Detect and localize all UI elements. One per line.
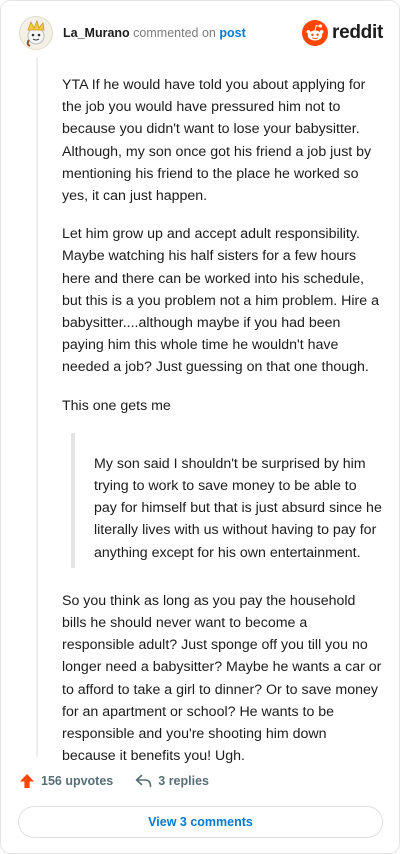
comment-actions: 156 upvotes 3 replies <box>19 771 209 791</box>
upvote-arrow-icon <box>20 774 34 788</box>
post-link[interactable]: post <box>219 26 245 40</box>
username[interactable]: La_Murano <box>63 26 130 40</box>
comment-header: La_Murano commented on post reddit <box>19 15 383 51</box>
quote-text: My son said I shouldn't be surprised by … <box>94 455 382 561</box>
avatar[interactable] <box>19 16 53 50</box>
view-comments-button[interactable]: View 3 comments <box>18 806 383 838</box>
comment-body: YTA If he would have told you about appl… <box>62 74 382 783</box>
comment-meta: La_Murano commented on post <box>63 25 246 41</box>
comment-paragraph: So you think as long as you pay the hous… <box>62 592 382 765</box>
thread-line[interactable] <box>36 57 38 757</box>
reddit-brand[interactable]: reddit <box>302 20 383 46</box>
upvote-button[interactable]: 156 upvotes <box>19 773 113 789</box>
comment-card: La_Murano commented on post reddit YTA I… <box>0 0 400 854</box>
blockquote: My son said I shouldn't be surprised by … <box>71 432 382 568</box>
upvote-count: 156 upvotes <box>41 774 114 788</box>
comment-paragraph: YTA If he would have told you about appl… <box>62 77 372 205</box>
replies-button[interactable]: 3 replies <box>135 774 209 788</box>
comment-paragraph: Let him grow up and accept adult respons… <box>62 226 380 376</box>
reply-arrow-icon <box>135 774 152 788</box>
reddit-logo-icon <box>302 20 329 46</box>
reddit-wordmark: reddit <box>332 22 383 43</box>
avatar-icon <box>26 19 45 47</box>
replies-count: 3 replies <box>158 774 209 788</box>
comment-paragraph: This one gets me <box>62 397 171 414</box>
commented-on-text: commented on <box>133 26 216 40</box>
